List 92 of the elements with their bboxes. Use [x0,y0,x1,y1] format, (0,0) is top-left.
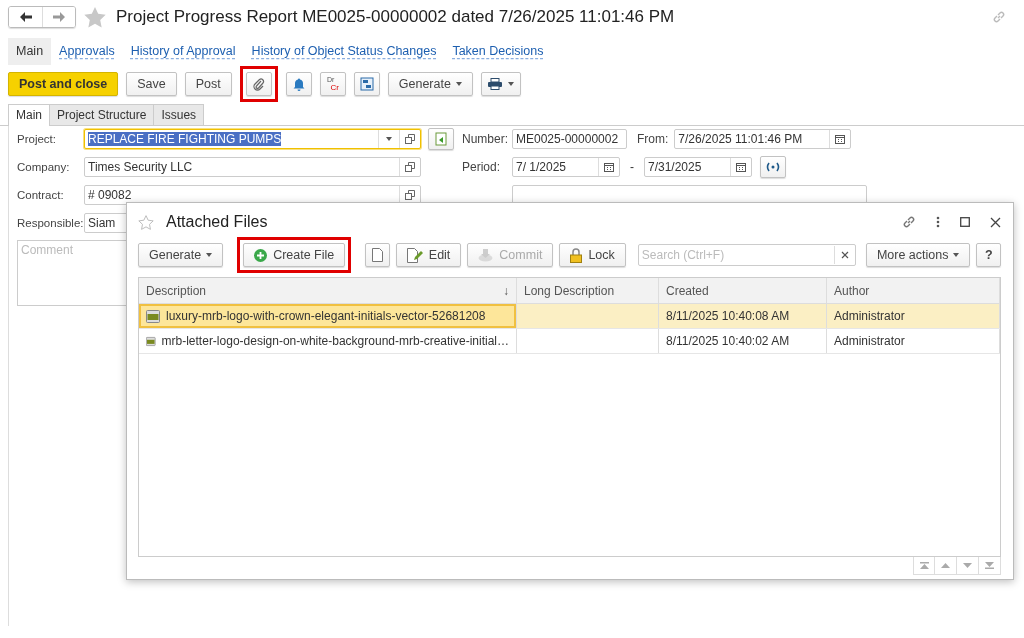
open-form-icon [405,190,415,200]
caret-icon [953,253,960,257]
field-label: Responsible: [17,217,83,229]
back-button[interactable] [9,7,42,27]
dialog-title: Attached Files [166,213,268,231]
input-field[interactable]: Times Security LLC [84,157,421,177]
nav-tab[interactable]: Main [8,38,52,65]
date-field[interactable]: 7/26/2025 11:01:46 PM [674,129,852,149]
new-document-button[interactable] [365,243,390,267]
hierarchy-icon [359,77,374,91]
forward-arrow-icon [53,12,65,22]
date-field[interactable]: 7/31/2025 [644,157,752,177]
nav-link[interactable]: History of Approval [122,38,244,65]
lock-button[interactable]: Lock [559,243,626,267]
toolbar-button[interactable]: Post [184,72,232,96]
table-cell: mrb-letter-logo-design-on-white-background-mrb-creative-initial… [139,329,517,353]
star-icon[interactable] [84,6,106,28]
form-tab[interactable]: Issues [153,104,205,125]
attach-button[interactable] [245,72,272,96]
table-cell: luxury-mrb-logo-with-crown-elegant-initials-vector-52681208 [139,304,517,328]
image-file-icon [146,309,160,323]
table-cell: 8/11/2025 10:40:08 AM [659,304,827,328]
create-file-button[interactable]: Create File [243,243,346,267]
input-field[interactable]: # 09082 [84,185,421,205]
table-row[interactable]: luxury-mrb-logo-with-crown-elegant-initials-vector-52681208 8/11/2025 10:40:08 AM Administrator [139,304,1000,329]
sort-arrow: ↓ [503,283,509,298]
calendar-icon[interactable] [604,162,614,172]
printer-icon [487,78,502,90]
back-arrow-icon [19,12,32,22]
open-form-icon [405,134,415,144]
up-triangle-icon [941,563,950,568]
notification-button[interactable] [285,72,312,96]
nav-link[interactable]: History of Object Status Changes [243,38,445,65]
arrow-to-top-icon [919,562,929,569]
toolbar-button[interactable]: Save [126,72,177,96]
column-header[interactable]: Description ↓ [139,278,517,303]
input-field[interactable]: REPLACE FIRE FIGHTING PUMPS [84,129,421,149]
window-title: Project Progress Report ME0025-00000002 dated 7/26/2025 11:01:46 PM [116,7,675,27]
star-icon[interactable] [138,214,154,230]
image-file-icon [146,334,156,348]
arrow-to-bottom-icon [985,562,994,569]
table-cell: Administrator [827,329,1000,353]
padlock-icon [570,247,583,263]
caret-icon [507,82,514,86]
more-actions-button[interactable]: More actions [865,243,971,267]
link-icon[interactable] [902,215,916,229]
calendar-icon[interactable] [835,134,846,144]
generate-dropdown-button[interactable]: Generate [387,72,473,96]
post-and-close-button[interactable]: Post and close [8,72,119,96]
range-separator: - [629,160,635,174]
open-form-icon [405,162,415,172]
nav-link[interactable]: Approvals [51,38,123,65]
maximize-icon[interactable] [960,217,970,227]
calendar-icon[interactable] [736,162,746,172]
caret-icon [206,253,213,257]
tray-icon [478,248,494,262]
caret-icon [455,82,462,86]
close-icon[interactable] [990,216,1001,228]
field-label: Contract: [17,189,65,201]
form-tab[interactable]: Project Structure [49,104,155,125]
column-header[interactable]: Created [659,278,827,303]
down-triangle-icon [963,563,972,568]
print-button[interactable] [480,72,521,96]
field-label: Company: [17,161,71,173]
entity-field[interactable] [512,185,867,205]
column-header[interactable]: Long Description [517,278,659,303]
nav-link[interactable]: Taken Decisions [444,38,552,65]
column-header[interactable]: Author [827,278,1000,303]
period-button[interactable] [760,156,786,178]
field-label: Number: [462,132,506,146]
date-field[interactable]: 7/ 1/2025 [512,157,620,177]
structure-button[interactable] [353,72,380,96]
blank-page-icon [372,248,384,262]
table-cell: Administrator [827,304,1000,328]
plus-circle-icon [254,248,268,262]
more-vertical-icon[interactable] [936,216,940,228]
field-label: Project: [17,133,57,145]
number-field[interactable]: ME0025-00000002 [512,129,627,149]
edit-button[interactable]: Edit [395,243,462,267]
field-label: Period: [462,160,502,174]
table-row[interactable]: mrb-letter-logo-design-on-white-background-mrb-creative-initial… 8/11/2025 10:40:02 AM Administrator [139,329,1000,354]
clear-icon[interactable] [840,251,849,259]
bell-icon [292,77,305,91]
field-label: From: [637,132,669,146]
paperclip-icon [252,77,265,91]
form-tab[interactable]: Main [8,104,50,126]
page-pencil-icon [406,247,423,263]
generate-dropdown-button[interactable]: Generate [138,243,224,267]
help-button[interactable]: ? [976,243,1001,267]
period-icon [766,162,780,172]
table-cell: 8/11/2025 10:40:02 AM [659,329,827,353]
caret-icon [386,137,392,141]
